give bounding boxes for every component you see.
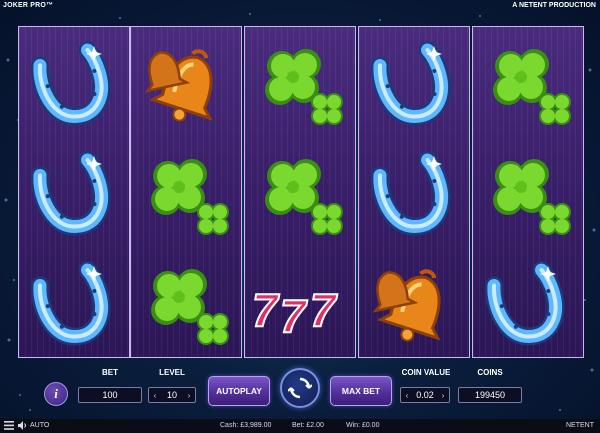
bet-label: BET [102,368,118,377]
brand-logo: NETENT [566,422,594,429]
symbol-reel4-row3 [364,256,464,356]
bell-icon [372,269,441,342]
horseshoe-icon [30,261,111,346]
coin-value-label: COIN VALUE [401,368,451,377]
symbol-reel4-row1 [364,36,464,136]
horseshoe-icon [30,151,111,236]
symbol-reel5-row3 [478,256,578,356]
coin-value-decrease-button[interactable]: ‹ [401,391,413,400]
top-bar: JOKER PRO™ A NETENT PRODUCTION [0,0,600,14]
symbol-reel2-row3 [136,256,236,356]
horseshoe-icon [484,261,565,346]
producer-credit: A NETENT PRODUCTION [512,2,596,9]
win-readout: Win: £0.00 [346,422,380,429]
game-title: JOKER PRO™ [3,2,54,9]
level-increase-button[interactable]: › [183,391,195,400]
max-bet-button[interactable]: MAX BET [330,376,392,406]
coin-value-value: 0.02 [416,390,434,400]
spin-arrows-icon [288,377,312,399]
spin-button[interactable] [280,368,320,408]
symbol-reel4-row2 [364,146,464,246]
symbol-reel2-row2 [136,146,236,246]
seven-icon: 777 [251,283,339,343]
horseshoe-icon [370,41,451,126]
clover-icon [493,49,571,125]
symbol-reel5-row1 [478,36,578,136]
horseshoe-icon [30,41,111,126]
clover-icon [265,159,343,235]
coins-label: COINS [477,368,503,377]
clover-icon [151,269,229,345]
horseshoe-icon [370,151,451,236]
symbol-reel3-row2 [250,146,350,246]
speaker-icon[interactable] [18,421,28,432]
level-stepper: ‹ 10 › [148,387,196,403]
bet-display: 100 [78,387,142,403]
symbol-reel1-row1 [24,36,124,136]
coins-display: 199450 [458,387,522,403]
cash-readout: Cash: £3,989.00 [220,422,272,429]
clover-icon [265,49,343,125]
svg-text:7: 7 [310,284,338,336]
bell-icon [144,49,213,122]
bottom-bar: AUTO Cash: £3,989.00 Bet: £2.00 Win: £0.… [0,419,600,433]
hamburger-icon[interactable] [4,421,14,432]
info-button[interactable]: i [44,382,68,406]
symbol-reel5-row2 [478,146,578,246]
symbol-reel3-row1 [250,36,350,136]
symbol-reel1-row2 [24,146,124,246]
symbol-reel2-row1 [136,36,236,136]
clover-icon [493,159,571,235]
level-label: LEVEL [159,368,185,377]
auto-label[interactable]: AUTO [30,422,49,429]
coin-value-increase-button[interactable]: › [437,391,449,400]
clover-icon [151,159,229,235]
autoplay-button[interactable]: AUTOPLAY [208,376,270,406]
symbol-reel1-row3 [24,256,124,356]
coin-value-stepper: ‹ 0.02 › [400,387,450,403]
level-value: 10 [166,390,177,400]
svg-text:7: 7 [252,284,280,336]
symbol-reel3-row3: 777 [250,256,350,356]
level-decrease-button[interactable]: ‹ [149,391,161,400]
svg-text:7: 7 [280,290,308,342]
bet-readout: Bet: £2.00 [292,422,324,429]
